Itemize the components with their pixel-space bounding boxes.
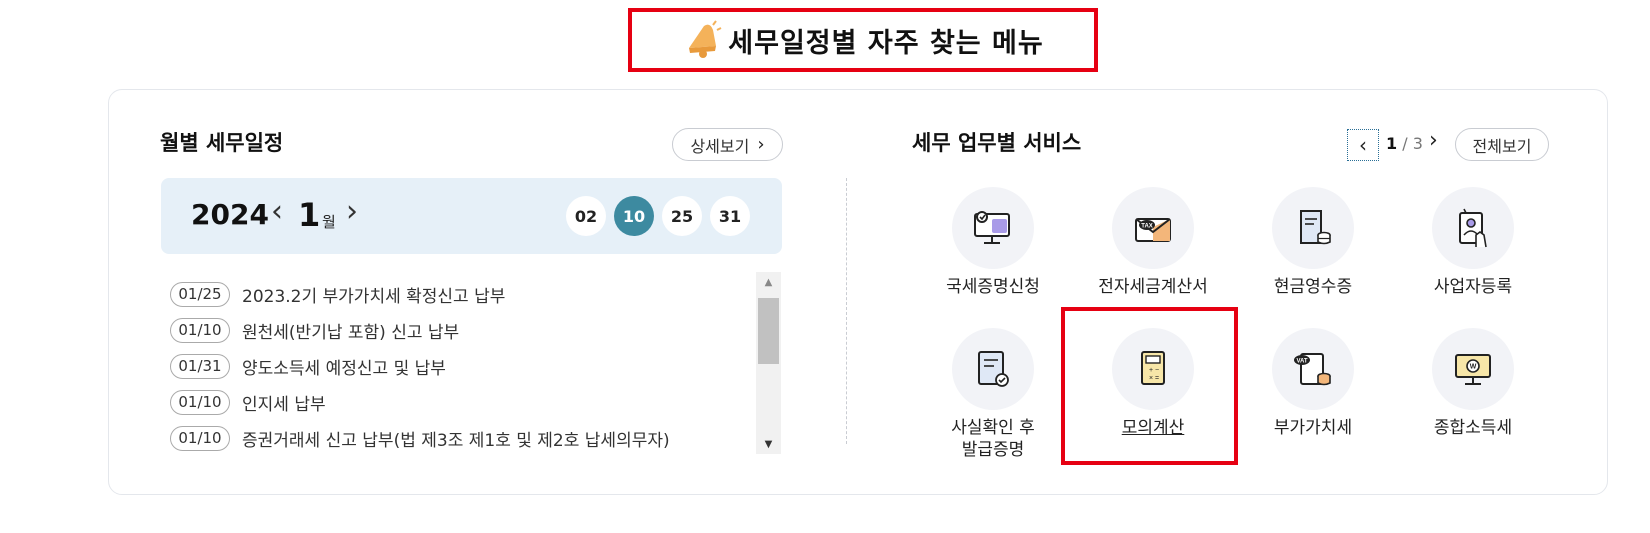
service-label: 사실확인 후 발급증명 (928, 417, 1058, 461)
view-all-button[interactable]: 전체보기 (1455, 128, 1549, 161)
chevron-right-icon: › (757, 134, 765, 155)
list-item[interactable]: 01/31 양도소득세 예정신고 및 납부 (170, 348, 745, 384)
schedule-text: 2023.2기 부가가치세 확정신고 납부 (242, 286, 506, 307)
service-cash-receipt[interactable]: 현금영수증 (1248, 187, 1378, 298)
scroll-up-icon[interactable]: ▲ (756, 272, 781, 292)
month-number: 1 (298, 196, 321, 234)
list-item[interactable]: 01/10 인지세 납부 (170, 384, 745, 420)
service-label: 종합소득세 (1433, 418, 1513, 438)
schedule-date-badge: 01/10 (170, 425, 230, 451)
tax-envelope-icon: TAX (1112, 187, 1194, 269)
service-fact-confirmation[interactable]: 사실확인 후 발급증명 (928, 328, 1058, 461)
schedule-date-badge: 01/10 (170, 317, 230, 343)
services-title: 세무 업무별 서비스 (912, 131, 1082, 155)
schedule-text: 증권거래세 신고 납부(법 제3조 제1호 및 제2호 납세의무자) (242, 430, 670, 451)
schedule-text: 인지세 납부 (242, 394, 326, 415)
schedule-date-badge: 01/10 (170, 389, 230, 415)
certificate-monitor-icon (952, 187, 1034, 269)
day-button-02[interactable]: 02 (566, 196, 606, 236)
vat-coins-icon: VAT (1272, 328, 1354, 410)
schedule-text: 양도소득세 예정신고 및 납부 (242, 358, 446, 379)
list-item[interactable]: 01/25 2023.2기 부가가치세 확정신고 납부 (170, 276, 745, 312)
prev-page-button[interactable]: ‹ (1347, 129, 1379, 161)
section-divider (846, 178, 847, 444)
menu-title-box: 세무일정별 자주 찾는 메뉴 (628, 8, 1098, 72)
page-total: 3 (1412, 134, 1423, 153)
menu-title: 세무일정별 자주 찾는 메뉴 (728, 27, 1044, 59)
day-button-25[interactable]: 25 (662, 196, 702, 236)
service-business-registration[interactable]: 사업자등록 (1408, 187, 1538, 298)
prev-month-button[interactable]: ‹ (271, 194, 283, 229)
schedule-date-badge: 01/31 (170, 353, 230, 379)
service-tax-certificate[interactable]: 국세증명신청 (928, 187, 1058, 298)
date-bar: 2024 ‹ 1 월 › 02 10 25 31 (161, 178, 782, 254)
service-label: 전자세금계산서 (1098, 277, 1208, 297)
schedule-list: 01/25 2023.2기 부가가치세 확정신고 납부 01/10 원천세(반기… (170, 276, 745, 456)
list-item[interactable]: 01/10 증권거래세 신고 납부(법 제3조 제1호 및 제2호 납세의무자) (170, 420, 745, 456)
service-label-line2: 발급증명 (961, 440, 1025, 460)
service-vat[interactable]: VAT 부가가치세 (1248, 328, 1378, 439)
detail-button-label: 상세보기 (690, 136, 750, 156)
next-page-button[interactable]: › (1429, 128, 1438, 153)
schedule-title: 월별 세무일정 (160, 131, 284, 155)
svg-text:TAX: TAX (1141, 224, 1153, 230)
schedule-scrollbar[interactable]: ▲ ▼ (756, 272, 781, 454)
svg-text:W: W (1470, 364, 1477, 371)
year-label: 2024 (191, 198, 269, 231)
day-button-31[interactable]: 31 (710, 196, 750, 236)
list-item[interactable]: 01/10 원천세(반기납 포함) 신고 납부 (170, 312, 745, 348)
bell-icon (689, 20, 722, 58)
chevron-left-icon: ‹ (1359, 133, 1367, 157)
verified-document-icon (952, 328, 1034, 410)
service-income-tax[interactable]: W 종합소득세 (1408, 328, 1538, 439)
scroll-down-icon[interactable]: ▼ (756, 434, 781, 454)
detail-button[interactable]: 상세보기 › (672, 128, 783, 161)
service-e-tax-invoice[interactable]: TAX 전자세금계산서 (1088, 187, 1218, 298)
schedule-date-badge: 01/25 (170, 281, 230, 307)
service-label-line1: 사실확인 후 (951, 418, 1035, 438)
receipt-coins-icon (1272, 187, 1354, 269)
won-monitor-icon: W (1432, 328, 1514, 410)
highlight-box (1061, 307, 1238, 465)
service-label: 현금영수증 (1273, 277, 1353, 297)
scroll-thumb[interactable] (758, 298, 779, 364)
month-unit: 월 (322, 213, 336, 231)
page-indicator: 1 / 3 (1386, 134, 1423, 153)
service-label: 부가가치세 (1273, 418, 1353, 438)
page-current: 1 (1386, 134, 1398, 153)
schedule-text: 원천세(반기납 포함) 신고 납부 (242, 322, 460, 343)
service-label: 국세증명신청 (946, 277, 1040, 297)
day-button-10[interactable]: 10 (614, 196, 654, 236)
svg-text:VAT: VAT (1296, 359, 1307, 365)
service-label: 사업자등록 (1433, 277, 1513, 297)
next-month-button[interactable]: › (346, 194, 358, 229)
business-registration-icon (1432, 187, 1514, 269)
